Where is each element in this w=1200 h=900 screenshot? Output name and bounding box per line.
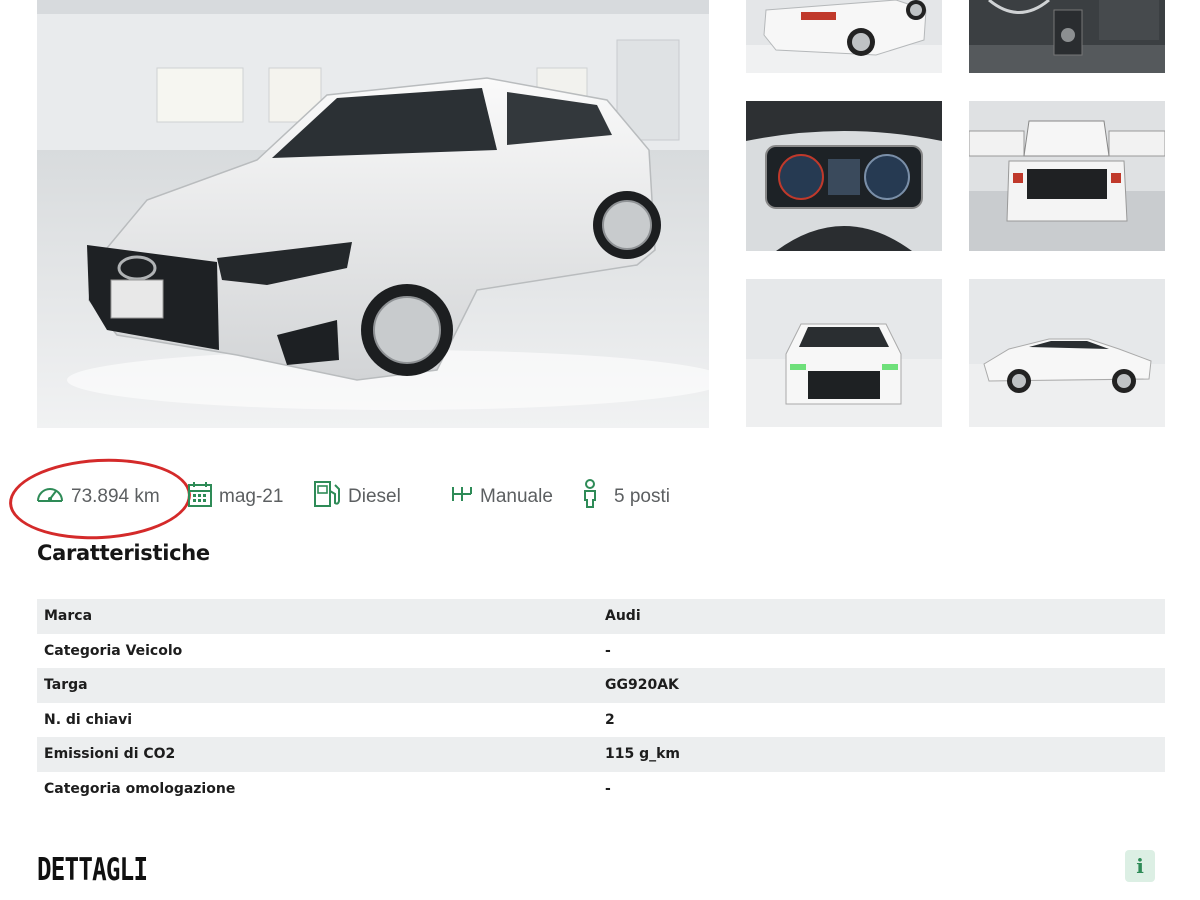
calendar-icon xyxy=(187,480,213,514)
car-rear-image xyxy=(746,0,942,73)
car-front-image xyxy=(746,279,942,427)
table-row: Targa GG920AK xyxy=(37,668,1165,703)
row-label: Categoria omologazione xyxy=(37,771,599,806)
car-front-three-quarter-image xyxy=(37,0,709,428)
row-value: Audi xyxy=(599,599,1165,634)
fuel-pump-icon xyxy=(312,479,342,515)
thumbnail-side-view[interactable] xyxy=(969,279,1165,427)
car-cluster-image xyxy=(746,101,942,251)
transmission-value: Manuale xyxy=(480,486,553,507)
car-trunk-image xyxy=(969,101,1165,251)
registration-date-value: mag-21 xyxy=(219,486,284,507)
person-icon xyxy=(580,479,600,515)
row-value: 2 xyxy=(599,702,1165,737)
details-title: DETTAGLI xyxy=(37,852,148,888)
thumbnail-rear-view[interactable] xyxy=(746,0,942,73)
car-interior-image xyxy=(969,0,1165,73)
info-button[interactable]: i xyxy=(1125,850,1155,882)
thumbnail-open-trunk[interactable] xyxy=(969,101,1165,251)
row-value: - xyxy=(599,633,1165,668)
seats-value: 5 posti xyxy=(614,486,670,507)
row-label: Marca xyxy=(37,599,599,634)
row-value: - xyxy=(599,771,1165,806)
table-row: Categoria omologazione - xyxy=(37,771,1165,806)
car-side-image xyxy=(969,279,1165,427)
fuel-value: Diesel xyxy=(348,486,401,507)
row-label: Emissioni di CO2 xyxy=(37,737,599,772)
info-icon: i xyxy=(1136,854,1144,878)
spec-seats: 5 posti xyxy=(580,479,670,515)
spec-transmission: Manuale xyxy=(450,481,553,513)
characteristics-title: Caratteristiche xyxy=(37,541,210,565)
table-row: Marca Audi xyxy=(37,599,1165,634)
spec-fuel: Diesel xyxy=(312,481,401,513)
main-car-photo[interactable] xyxy=(37,0,709,428)
row-label: N. di chiavi xyxy=(37,702,599,737)
thumbnail-instrument-cluster[interactable] xyxy=(746,101,942,251)
table-row: Emissioni di CO2 115 g_km xyxy=(37,737,1165,772)
characteristics-table: Marca Audi Categoria Veicolo - Targa GG920AK N… xyxy=(37,599,1165,806)
table-row: N. di chiavi 2 xyxy=(37,702,1165,737)
speedometer-icon xyxy=(35,482,65,512)
spec-registration-date: mag-21 xyxy=(187,481,283,513)
row-value: 115 g_km xyxy=(599,737,1165,772)
row-label: Categoria Veicolo xyxy=(37,633,599,668)
thumbnail-interior[interactable] xyxy=(969,0,1165,73)
table-row: Categoria Veicolo - xyxy=(37,633,1165,668)
row-label: Targa xyxy=(37,668,599,703)
spec-mileage: 73.894 km xyxy=(35,481,160,513)
mileage-value: 73.894 km xyxy=(71,486,160,507)
thumbnail-front-view[interactable] xyxy=(746,279,942,427)
gearbox-icon xyxy=(450,484,474,510)
row-value: GG920AK xyxy=(599,668,1165,703)
